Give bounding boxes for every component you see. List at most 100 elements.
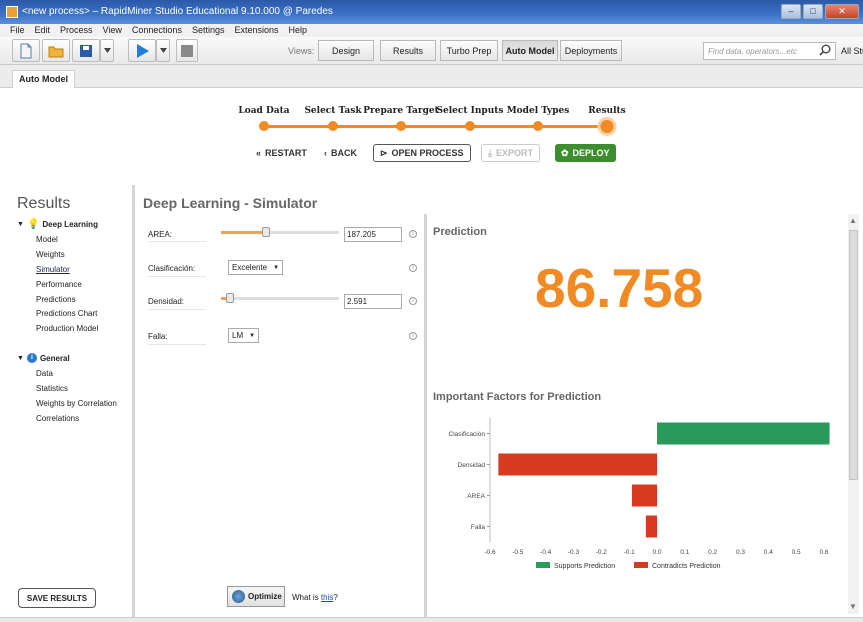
- x-tick-label: -0.1: [624, 549, 636, 556]
- tree-item-weights[interactable]: Weights: [36, 250, 65, 259]
- back-label: BACK: [331, 148, 357, 158]
- menu-view[interactable]: View: [103, 24, 122, 37]
- save-dropdown-button[interactable]: [100, 39, 114, 62]
- area-slider-thumb[interactable]: [261, 227, 270, 237]
- stop-button[interactable]: [176, 39, 198, 62]
- maximize-button[interactable]: □: [803, 4, 823, 19]
- step-label-prepare-target[interactable]: Prepare Target: [363, 106, 439, 116]
- densidad-info-icon[interactable]: i: [409, 297, 417, 305]
- scroll-down-arrow[interactable]: ▼: [849, 602, 857, 611]
- step-label-select-task[interactable]: Select Task: [304, 106, 361, 116]
- densidad-slider[interactable]: [221, 293, 339, 303]
- tree-item-predictions[interactable]: Predictions: [36, 295, 76, 304]
- run-dropdown-button[interactable]: [156, 39, 170, 62]
- save-results-button[interactable]: SAVE RESULTS: [18, 588, 96, 608]
- tree-group-general[interactable]: ▼ i General: [17, 353, 70, 363]
- densidad-value-field[interactable]: 2.591: [344, 294, 402, 309]
- double-chevron-left-icon: «: [256, 148, 262, 158]
- deploy-label: DEPLOY: [572, 148, 610, 158]
- all-studio-filter[interactable]: All Studio: [841, 46, 863, 56]
- optimize-icon: [232, 590, 245, 603]
- what-is-this-link[interactable]: this: [321, 593, 333, 602]
- what-is-suffix: ?: [333, 593, 338, 602]
- vertical-scrollbar[interactable]: ▲ ▼: [848, 214, 859, 614]
- run-button[interactable]: [128, 39, 156, 62]
- tree-item-statistics[interactable]: Statistics: [36, 384, 68, 393]
- factor-bar-area: [631, 484, 657, 507]
- gear-icon: ✿: [561, 147, 569, 158]
- tree-item-production-model[interactable]: Production Model: [36, 324, 98, 333]
- minimize-button[interactable]: –: [781, 4, 801, 19]
- area-slider[interactable]: [221, 227, 339, 237]
- area-info-icon[interactable]: i: [409, 230, 417, 238]
- prediction-heading: Prediction: [433, 226, 487, 238]
- tree-item-predictions-chart[interactable]: Predictions Chart: [36, 309, 97, 318]
- view-tab-design[interactable]: Design: [318, 40, 374, 61]
- export-button[interactable]: ⤓ EXPORT: [481, 144, 540, 162]
- falla-select[interactable]: LM ▼: [228, 328, 260, 343]
- scrollbar-thumb[interactable]: [849, 230, 858, 480]
- new-file-icon: [20, 43, 32, 58]
- view-tab-turbo-prep[interactable]: Turbo Prep: [440, 40, 498, 61]
- results-splitter[interactable]: [132, 185, 135, 617]
- menu-extensions[interactable]: Extensions: [234, 24, 278, 37]
- step-dot-results[interactable]: [600, 119, 614, 133]
- menu-help[interactable]: Help: [289, 24, 308, 37]
- tree-item-model[interactable]: Model: [36, 235, 58, 244]
- save-disk-icon: [80, 44, 92, 57]
- tree-group-label: Deep Learning: [42, 220, 98, 229]
- restart-button[interactable]: « RESTART: [256, 144, 307, 162]
- clasificacion-select[interactable]: Excelente ▼: [228, 260, 284, 275]
- step-dot-select-inputs[interactable]: [465, 121, 475, 131]
- tree-item-weights-by-correlation[interactable]: Weights by Correlation: [36, 399, 117, 408]
- area-label-underline: [148, 241, 206, 242]
- simulator-splitter[interactable]: [424, 214, 427, 617]
- info-circle-icon: i: [26, 353, 37, 363]
- close-button[interactable]: ✕: [825, 4, 859, 19]
- menu-bar: File Edit Process View Connections Setti…: [0, 24, 863, 37]
- step-label-results[interactable]: Results: [588, 106, 625, 116]
- y-tick-label: Clasificación: [449, 431, 486, 438]
- step-label-load-data[interactable]: Load Data: [238, 106, 289, 116]
- views-label: Views:: [288, 46, 315, 56]
- tree-group-deep-learning[interactable]: ▼ 💡 Deep Learning: [17, 219, 98, 230]
- scroll-up-arrow[interactable]: ▲: [849, 216, 857, 225]
- falla-info-icon[interactable]: i: [409, 332, 417, 340]
- search-icon[interactable]: [819, 44, 831, 56]
- tree-item-correlations[interactable]: Correlations: [36, 414, 79, 423]
- menu-process[interactable]: Process: [60, 24, 93, 37]
- menu-file[interactable]: File: [10, 24, 25, 37]
- step-dot-load-data[interactable]: [259, 121, 269, 131]
- step-label-select-inputs[interactable]: Select Inputs: [437, 106, 504, 116]
- save-button[interactable]: [72, 39, 100, 62]
- back-button[interactable]: ‹ BACK: [324, 144, 357, 162]
- step-label-model-types[interactable]: Model Types: [507, 106, 570, 116]
- clasificacion-info-icon[interactable]: i: [409, 264, 417, 272]
- x-tick-label: 0.1: [680, 549, 689, 556]
- menu-connections[interactable]: Connections: [132, 24, 182, 37]
- toolbar: Views: Design Results Turbo Prep Auto Mo…: [0, 37, 863, 65]
- area-value-field[interactable]: 187.205: [344, 227, 402, 242]
- step-dot-prepare-target[interactable]: [396, 121, 406, 131]
- tree-item-data[interactable]: Data: [36, 369, 53, 378]
- step-dot-select-task[interactable]: [328, 121, 338, 131]
- menu-settings[interactable]: Settings: [192, 24, 225, 37]
- new-process-button[interactable]: [12, 39, 40, 62]
- optimize-button[interactable]: Optimize: [227, 586, 285, 607]
- open-button[interactable]: [42, 39, 70, 62]
- tree-group-label: General: [39, 353, 70, 363]
- view-tab-results[interactable]: Results: [380, 40, 436, 61]
- step-dot-model-types[interactable]: [533, 121, 543, 131]
- deploy-button[interactable]: ✿ DEPLOY: [555, 144, 616, 162]
- view-tab-auto-model[interactable]: Auto Model: [502, 40, 558, 61]
- tree-item-simulator[interactable]: Simulator: [36, 265, 70, 274]
- open-process-button[interactable]: ⊳ OPEN PROCESS: [373, 144, 471, 162]
- menu-edit[interactable]: Edit: [35, 24, 51, 37]
- tree-item-performance[interactable]: Performance: [36, 280, 82, 289]
- search-input[interactable]: Find data, operators...etc: [703, 42, 836, 60]
- densidad-slider-thumb[interactable]: [226, 293, 235, 303]
- chevron-down-icon: [159, 48, 167, 53]
- rapidminer-app-icon: [6, 6, 18, 18]
- view-tab-deployments[interactable]: Deployments: [560, 40, 622, 61]
- tab-auto-model[interactable]: Auto Model: [12, 70, 75, 88]
